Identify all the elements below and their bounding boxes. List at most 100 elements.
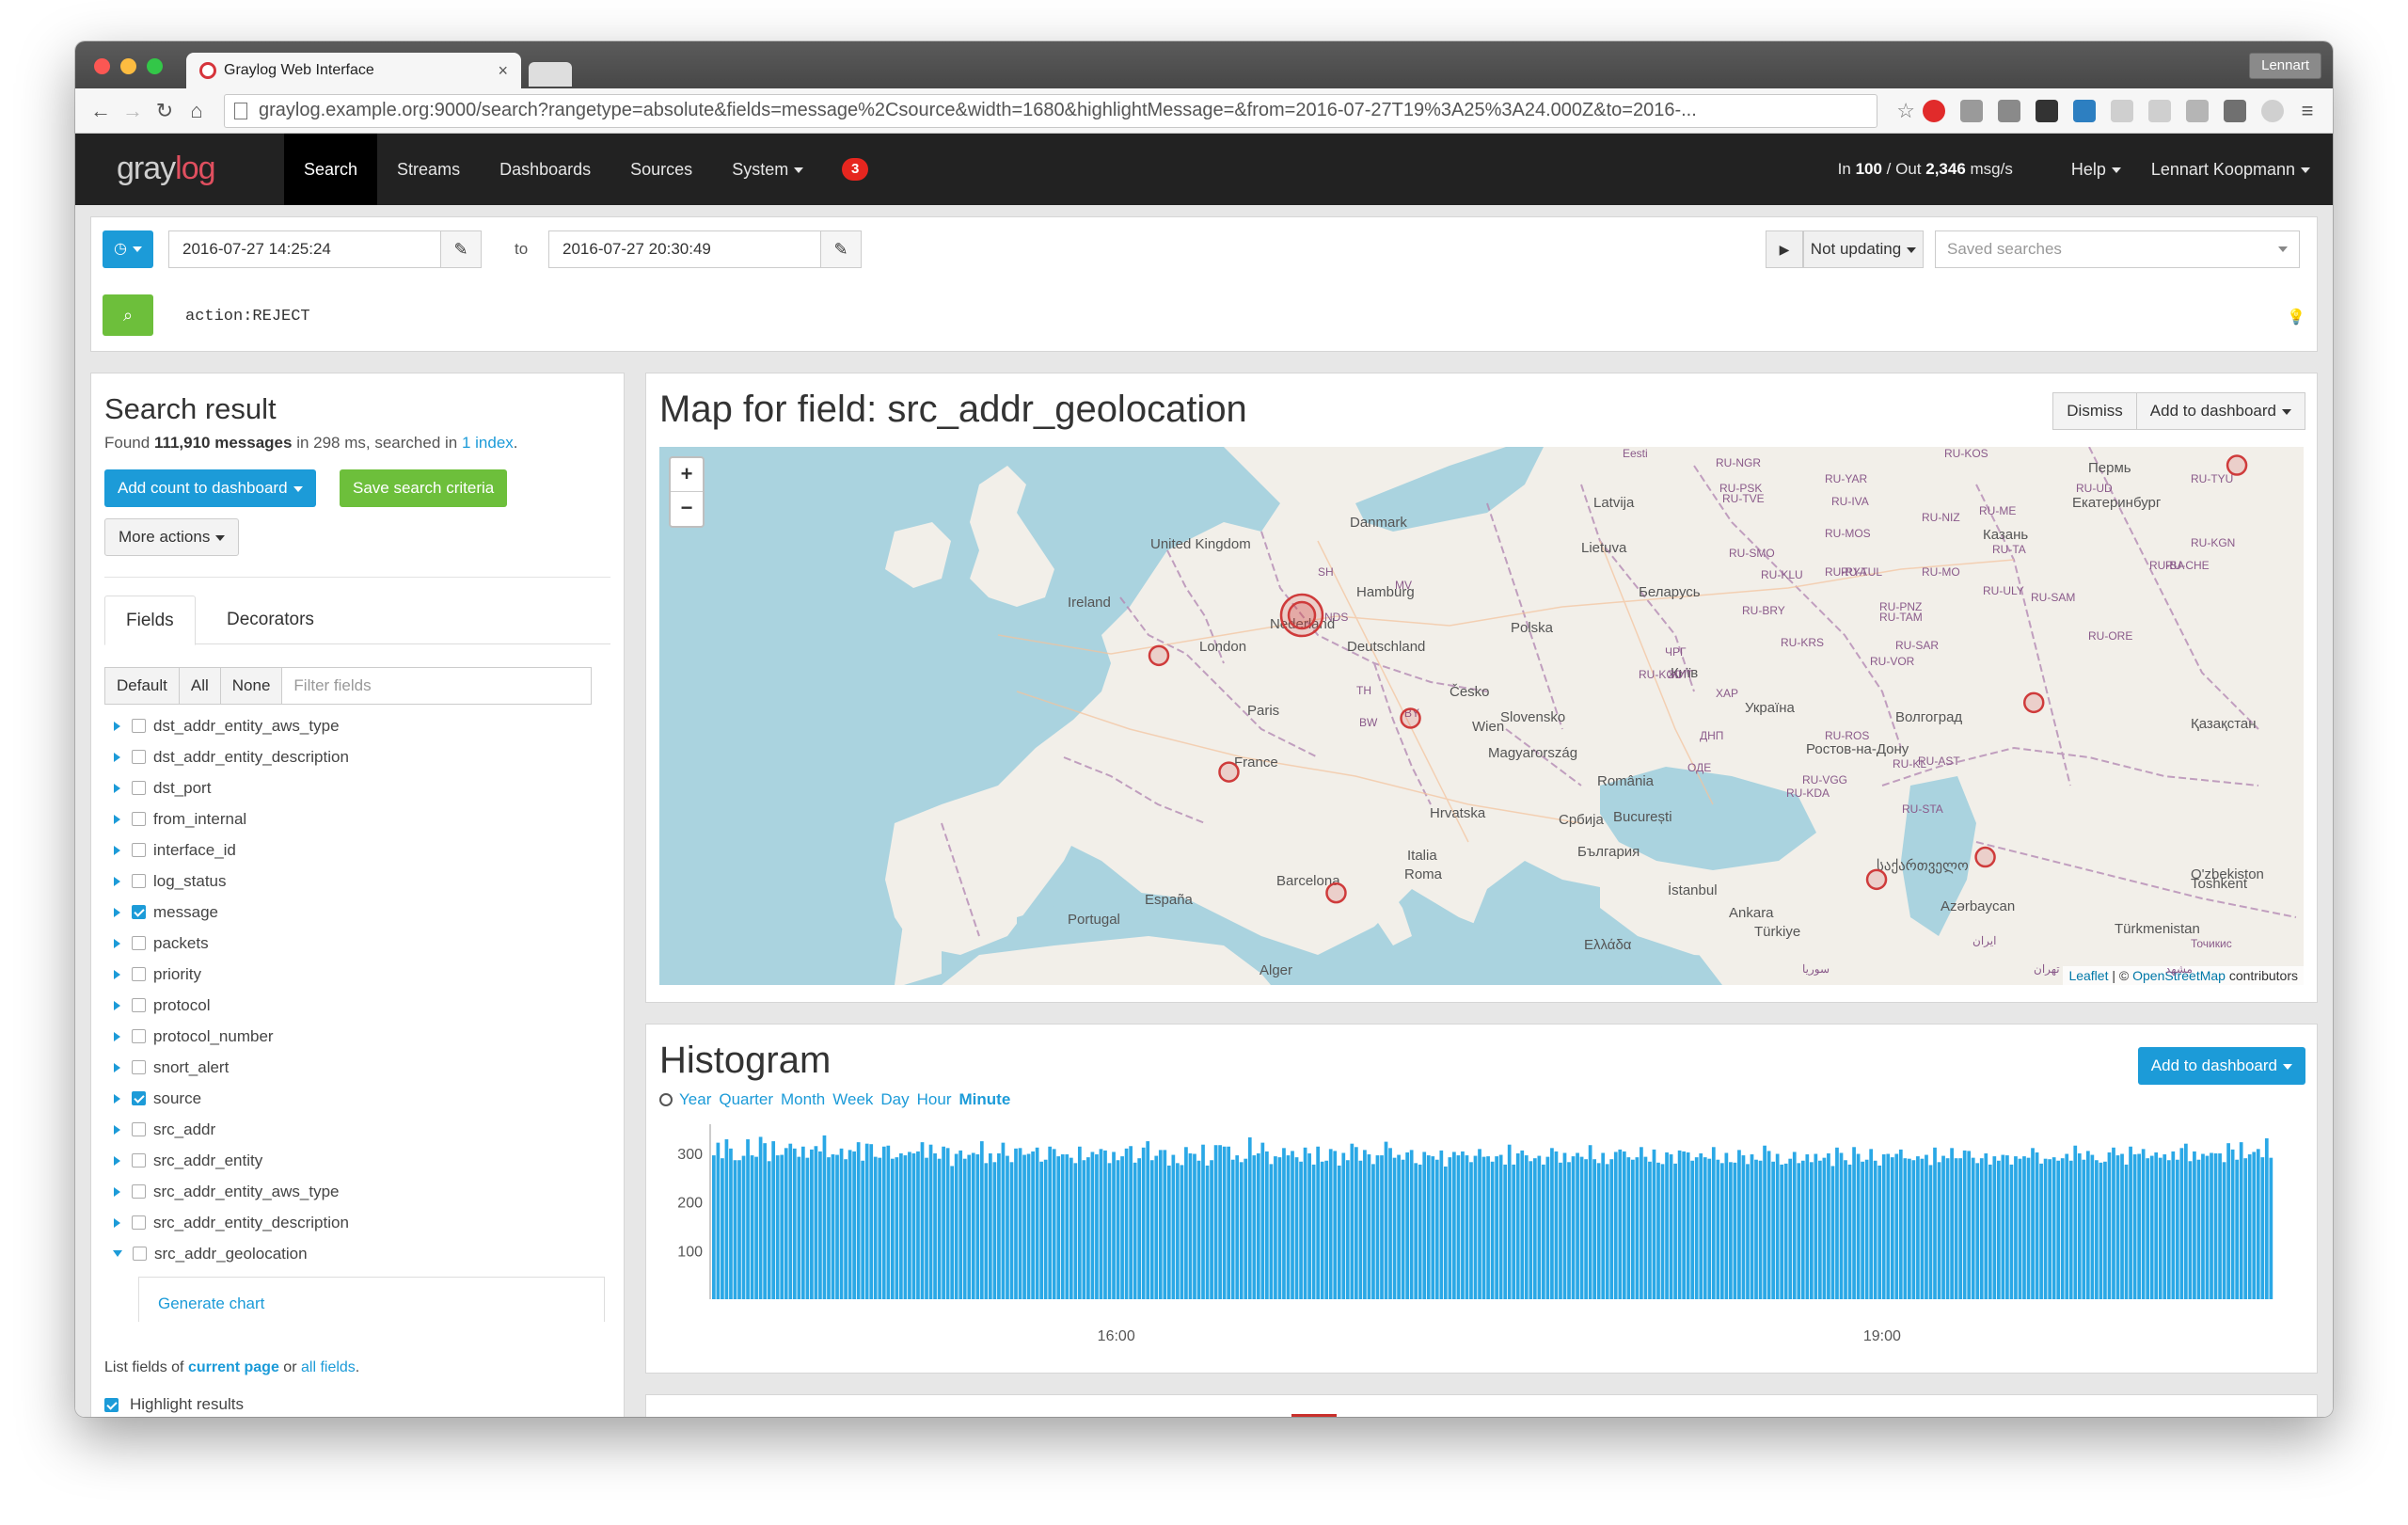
histogram-bar[interactable] xyxy=(881,1146,886,1299)
histogram-bar[interactable] xyxy=(1112,1152,1116,1299)
histogram-bar[interactable] xyxy=(1414,1163,1418,1299)
histogram-bar[interactable] xyxy=(1035,1147,1039,1299)
histogram-bar[interactable] xyxy=(1716,1159,1720,1299)
histogram-bar[interactable] xyxy=(1852,1147,1856,1299)
histogram-bar[interactable] xyxy=(1048,1146,1053,1299)
field-checkbox[interactable] xyxy=(132,967,146,981)
histogram-bar[interactable] xyxy=(1043,1159,1048,1299)
from-date-picker-icon[interactable]: ✎ xyxy=(440,230,482,268)
histogram-bar[interactable] xyxy=(2184,1143,2188,1299)
histogram-bar[interactable] xyxy=(1988,1164,1992,1299)
histogram-bar[interactable] xyxy=(1388,1148,1392,1299)
histogram-bar[interactable] xyxy=(1213,1145,1218,1299)
map-marker[interactable] xyxy=(1865,868,1888,891)
field-item[interactable]: from_internal xyxy=(104,803,612,834)
histogram-bar[interactable] xyxy=(1916,1156,1920,1299)
histogram-bar[interactable] xyxy=(1830,1166,1835,1299)
move-extension-icon[interactable] xyxy=(1998,99,2020,122)
saved-searches-select[interactable]: Saved searches xyxy=(1935,230,2300,268)
resolution-week[interactable]: Week xyxy=(832,1090,873,1109)
histogram-bar[interactable] xyxy=(1124,1148,1129,1299)
field-checkbox[interactable] xyxy=(132,1153,146,1168)
histogram-bar[interactable] xyxy=(1847,1164,1852,1299)
help-menu[interactable]: Help xyxy=(2071,160,2121,180)
histogram-bar[interactable] xyxy=(1307,1153,1311,1299)
histogram-bar[interactable] xyxy=(1822,1157,1827,1299)
histogram-bar[interactable] xyxy=(1320,1161,1324,1299)
histogram-bar[interactable] xyxy=(1146,1141,1150,1299)
histogram-bar[interactable] xyxy=(1945,1158,1950,1299)
caret-right-icon[interactable] xyxy=(114,752,120,762)
histogram-bar[interactable] xyxy=(992,1162,997,1299)
histogram-bar[interactable] xyxy=(1873,1160,1877,1299)
nav-search[interactable]: Search xyxy=(284,134,378,205)
histogram-bar[interactable] xyxy=(1669,1154,1673,1299)
histogram-bar[interactable] xyxy=(1133,1162,1137,1299)
save-search-criteria-button[interactable]: Save search criteria xyxy=(340,469,508,507)
histogram-bar[interactable] xyxy=(1571,1156,1576,1299)
histogram-bar[interactable] xyxy=(848,1150,852,1299)
histogram-bar[interactable] xyxy=(2256,1149,2260,1299)
field-checkbox[interactable] xyxy=(132,1060,146,1074)
histogram-bar[interactable] xyxy=(975,1154,980,1299)
cast-extension-icon[interactable] xyxy=(1960,99,1983,122)
histogram-bar[interactable] xyxy=(1239,1162,1244,1299)
histogram-bar[interactable] xyxy=(967,1154,972,1299)
histogram-bar[interactable] xyxy=(1082,1160,1086,1299)
histogram-bar[interactable] xyxy=(1486,1156,1490,1299)
caret-right-icon[interactable] xyxy=(114,1124,120,1135)
histogram-bar[interactable] xyxy=(822,1135,827,1299)
histogram-bar[interactable] xyxy=(1154,1155,1159,1299)
nav-system[interactable]: System xyxy=(712,134,823,205)
histogram-bar[interactable] xyxy=(1750,1154,1754,1299)
s-extension-icon[interactable] xyxy=(2073,99,2096,122)
histogram-bar[interactable] xyxy=(1792,1152,1797,1299)
histogram-bar[interactable] xyxy=(2264,1137,2269,1299)
field-item[interactable]: src_addr_entity xyxy=(104,1145,612,1176)
caret-right-icon[interactable] xyxy=(114,969,120,979)
histogram-bar[interactable] xyxy=(1652,1149,1656,1299)
histogram-bar[interactable] xyxy=(1244,1158,1248,1299)
histogram-bar[interactable] xyxy=(2141,1149,2146,1299)
highlight-checkbox[interactable] xyxy=(104,1397,119,1412)
histogram-bar[interactable] xyxy=(1443,1166,1448,1299)
caret-right-icon[interactable] xyxy=(114,1031,120,1041)
histogram-bar[interactable] xyxy=(1894,1153,1899,1299)
field-checkbox[interactable] xyxy=(132,874,146,888)
histogram-bar[interactable] xyxy=(1375,1155,1380,1299)
field-item[interactable]: protocol_number xyxy=(104,1021,612,1052)
back-icon[interactable]: ← xyxy=(85,99,117,123)
histogram-bar[interactable] xyxy=(1958,1158,1963,1299)
histogram-bar[interactable] xyxy=(1690,1160,1695,1299)
play-icon[interactable]: ▶ xyxy=(1766,230,1803,268)
histogram-bar[interactable] xyxy=(2175,1159,2179,1299)
caret-right-icon[interactable] xyxy=(114,876,120,886)
histogram-bar[interactable] xyxy=(1567,1162,1571,1299)
histogram-bar[interactable] xyxy=(1422,1152,1427,1299)
histogram-bar[interactable] xyxy=(1605,1164,1609,1299)
histogram-bar[interactable] xyxy=(2068,1160,2073,1299)
histogram-bar[interactable] xyxy=(1009,1162,1014,1299)
histogram-bar[interactable] xyxy=(1881,1154,1886,1299)
histogram-bar[interactable] xyxy=(1103,1150,1107,1299)
all-fields-link[interactable]: all fields xyxy=(301,1359,356,1375)
histogram-bar[interactable] xyxy=(724,1139,729,1299)
histogram-bar[interactable] xyxy=(2196,1159,2201,1299)
histogram-bar[interactable] xyxy=(890,1158,895,1299)
histogram-bar[interactable] xyxy=(2252,1152,2257,1299)
field-checkbox[interactable] xyxy=(132,719,146,733)
histogram-bar[interactable] xyxy=(899,1153,903,1299)
histogram-bar[interactable] xyxy=(2014,1156,2018,1299)
histogram-bar[interactable] xyxy=(984,1163,989,1299)
histogram-bar[interactable] xyxy=(886,1145,891,1299)
histogram-bar[interactable] xyxy=(962,1158,967,1299)
histogram-bar[interactable] xyxy=(1469,1162,1473,1299)
histogram-bar[interactable] xyxy=(925,1157,928,1299)
histogram-bar[interactable] xyxy=(2188,1161,2193,1299)
histogram-bar[interactable] xyxy=(1473,1155,1478,1299)
map-marker[interactable] xyxy=(1287,600,1317,630)
histogram-bar[interactable] xyxy=(1176,1163,1180,1299)
filter-fields-input[interactable]: Filter fields xyxy=(281,667,593,705)
histogram-bar[interactable] xyxy=(1363,1150,1367,1299)
histogram-bar[interactable] xyxy=(1235,1155,1240,1299)
